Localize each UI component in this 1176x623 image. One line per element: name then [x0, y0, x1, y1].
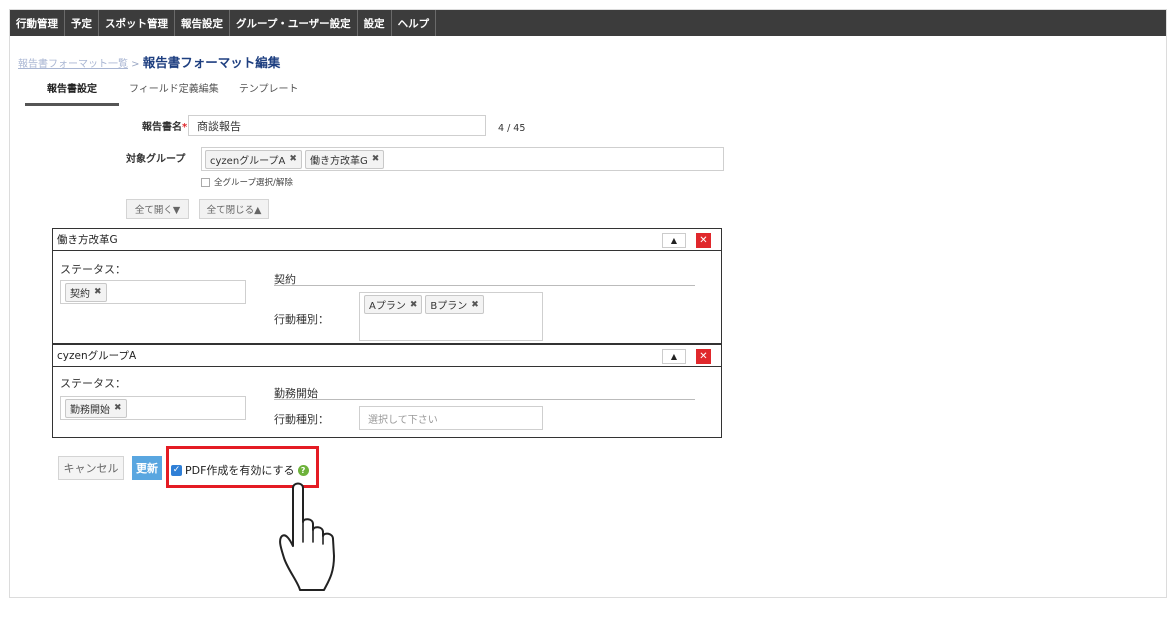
breadcrumb: 報告書フォーマット一覧 > 報告書フォーマット編集 [18, 52, 280, 71]
report-name-label-text: 報告書名 [142, 122, 182, 133]
status-tag: 契約 ✖ [65, 282, 107, 302]
group-tag-label: 働き方改革G [309, 155, 368, 167]
action-type-label: 行動種別： [274, 413, 329, 426]
action-type-select[interactable]: 選択して下さい [359, 406, 543, 430]
tag-remove-icon[interactable]: ✖ [94, 287, 102, 297]
move-up-button[interactable]: ▲ [662, 349, 686, 364]
tab-report-settings[interactable]: 報告書設定 [25, 80, 119, 106]
action-tag: Bプラン ✖ [425, 295, 484, 314]
pdf-enable-option[interactable]: ✓ PDF作成を有効にする ? [171, 462, 309, 478]
tab-bar: 報告書設定 フィールド定義編集 テンプレート [25, 80, 319, 106]
expand-all-button[interactable]: 全て開く▼ [126, 199, 189, 219]
breadcrumb-parent-link[interactable]: 報告書フォーマット一覧 [18, 59, 128, 70]
status-tag: 勤務開始 ✖ [65, 398, 127, 418]
nav-group-user[interactable]: グループ・ユーザー設定 [230, 10, 358, 36]
status-label: ステータス： [60, 263, 126, 276]
help-icon[interactable]: ? [297, 464, 309, 476]
select-all-groups[interactable]: 全グループ選択/解除 [201, 176, 293, 188]
target-group-select[interactable]: cyzenグループA ✖ 働き方改革G ✖ [201, 147, 724, 171]
char-counter: 4 / 45 [498, 123, 526, 134]
action-tag-label: Aプラン [369, 301, 406, 312]
nav-report-settings[interactable]: 報告設定 [175, 10, 230, 36]
status-select[interactable]: 契約 ✖ [60, 280, 246, 304]
nav-schedule[interactable]: 予定 [65, 10, 99, 36]
group-tag: 働き方改革G ✖ [304, 149, 385, 169]
nav-settings[interactable]: 設定 [358, 10, 392, 36]
action-tag-label: Bプラン [430, 301, 468, 312]
nav-help[interactable]: ヘルプ [392, 10, 437, 36]
select-all-checkbox[interactable] [201, 177, 210, 187]
report-name-label: 報告書名* [142, 118, 187, 133]
section-header: cyzenグループA ▲ ✕ [53, 345, 721, 367]
move-up-button[interactable]: ▲ [662, 233, 686, 248]
action-type-select[interactable]: Aプラン ✖ Bプラン ✖ [359, 292, 543, 341]
pointing-hand-icon [279, 482, 335, 591]
tab-template[interactable]: テンプレート [239, 80, 299, 106]
remove-section-button[interactable]: ✕ [696, 349, 711, 364]
group-tag: cyzenグループA ✖ [205, 149, 302, 169]
section-title: cyzenグループA [57, 350, 137, 362]
breadcrumb-separator: > [128, 59, 143, 70]
nav-activity[interactable]: 行動管理 [10, 10, 65, 36]
select-all-label: 全グループ選択/解除 [214, 178, 293, 188]
page-frame: 行動管理 予定 スポット管理 報告設定 グループ・ユーザー設定 設定 ヘルプ 報… [9, 9, 1167, 598]
pdf-enable-label: PDF作成を有効にする [185, 464, 295, 477]
tag-remove-icon[interactable]: ✖ [289, 154, 297, 164]
report-name-input[interactable]: 商談報告 [188, 115, 486, 136]
update-button[interactable]: 更新 [132, 456, 162, 480]
pdf-enable-checkbox[interactable]: ✓ [171, 464, 182, 476]
top-nav: 行動管理 予定 スポット管理 報告設定 グループ・ユーザー設定 設定 ヘルプ [10, 10, 1166, 36]
report-name-value: 商談報告 [197, 119, 241, 133]
action-type-label: 行動種別： [274, 313, 329, 326]
required-mark: * [182, 122, 188, 133]
status-label: ステータス： [60, 377, 126, 390]
divider [274, 285, 695, 286]
group-section: 働き方改革G ▲ ✕ ステータス： 契約 ✖ 契約 行動種別： Aプラン ✖ B… [52, 228, 722, 344]
remove-section-button[interactable]: ✕ [696, 233, 711, 248]
section-header: 働き方改革G ▲ ✕ [53, 229, 721, 251]
status-select[interactable]: 勤務開始 ✖ [60, 396, 246, 420]
nav-spot[interactable]: スポット管理 [99, 10, 175, 36]
collapse-all-button[interactable]: 全て閉じる▲ [199, 199, 269, 219]
section-title: 働き方改革G [57, 234, 118, 246]
target-group-label: 対象グループ [126, 154, 186, 165]
tab-field-definition[interactable]: フィールド定義編集 [129, 80, 219, 106]
action-type-placeholder: 選択して下さい [368, 414, 438, 426]
cancel-button[interactable]: キャンセル [58, 456, 124, 480]
status-tag-label: 勤務開始 [70, 404, 110, 416]
group-tag-label: cyzenグループA [210, 155, 286, 167]
page-title: 報告書フォーマット編集 [142, 55, 281, 70]
tag-remove-icon[interactable]: ✖ [372, 154, 380, 164]
tag-remove-icon[interactable]: ✖ [114, 403, 122, 413]
status-tag-label: 契約 [70, 288, 90, 300]
divider [274, 399, 695, 400]
group-section: cyzenグループA ▲ ✕ ステータス： 勤務開始 ✖ 勤務開始 行動種別： … [52, 344, 722, 438]
action-tag: Aプラン ✖ [364, 295, 423, 314]
tag-remove-icon[interactable]: ✖ [471, 300, 479, 310]
tag-remove-icon[interactable]: ✖ [410, 300, 418, 310]
